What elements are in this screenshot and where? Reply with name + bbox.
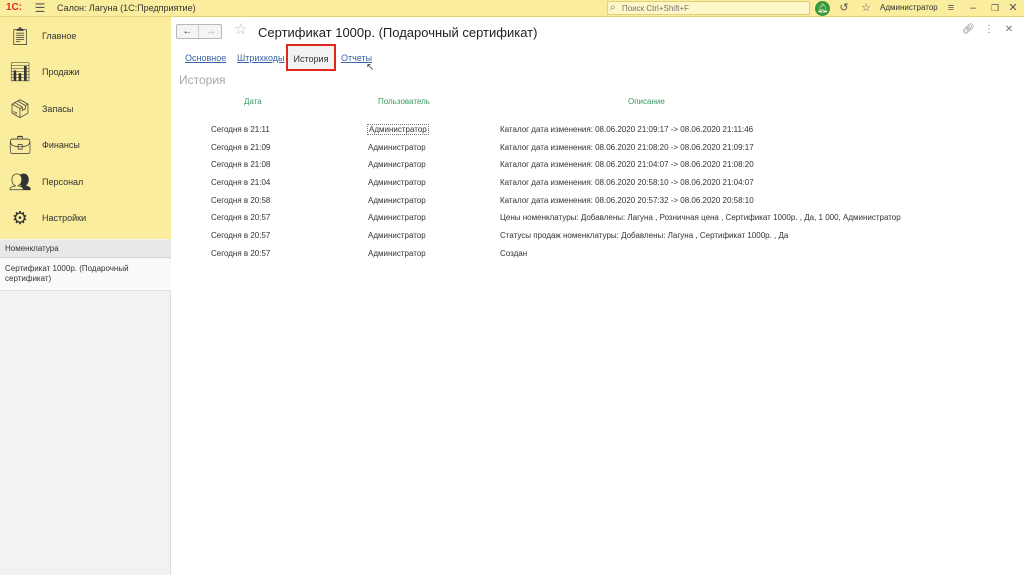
section-label: Запасы <box>42 104 74 114</box>
cell-user: Администратор <box>368 196 426 205</box>
cell-date: Сегодня в 21:11 <box>211 125 270 134</box>
nav-header: Номенклатура <box>0 240 171 258</box>
section-label: Настройки <box>42 213 87 223</box>
menu-icon[interactable]: ☰ <box>33 1 47 15</box>
favorite-star-icon[interactable]: ☆ <box>234 22 247 38</box>
section-label: Персонал <box>42 177 84 187</box>
cell-description: Статусы продаж номенклатуры: Добавлены: … <box>500 231 789 240</box>
table-row[interactable]: Сегодня в 21:04 Администратор Каталог да… <box>172 174 1024 192</box>
tab-main[interactable]: Основное <box>185 53 226 63</box>
section-sales[interactable]: 📊︎ Продажи <box>0 54 171 90</box>
top-bar: 1С: ☰ Салон: Лагуна (1С:Предприятие) ⌕ 🔔… <box>0 0 1024 17</box>
section-label: Финансы <box>42 140 80 150</box>
table-row[interactable]: Сегодня в 20:57 Администратор Статусы пр… <box>172 227 1024 245</box>
cell-user: Администратор <box>368 178 426 187</box>
tab-barcodes[interactable]: Штрихкоды <box>237 53 284 63</box>
cell-description: Создан <box>500 249 528 258</box>
table-row[interactable]: Сегодня в 21:08 Администратор Каталог да… <box>172 156 1024 174</box>
gear-icon: ⚙︎ <box>11 208 29 228</box>
search-box[interactable]: ⌕ <box>607 1 810 15</box>
people-icon: 👥︎ <box>8 172 32 192</box>
table-row[interactable]: Сегодня в 21:11 Администратор Каталог да… <box>172 121 1024 139</box>
history-icon[interactable]: ↺ <box>837 1 851 15</box>
cell-user: Администратор <box>368 249 426 258</box>
forward-arrow-icon[interactable]: → <box>200 25 222 38</box>
chart-icon: 📊︎ <box>8 62 32 82</box>
cell-user: Администратор <box>368 143 426 152</box>
search-icon: ⌕ <box>610 2 616 13</box>
section-inventory[interactable]: 📦︎ Запасы <box>0 91 171 127</box>
section-main[interactable]: 📋︎ Главное <box>0 18 171 54</box>
open-window-item[interactable]: Сертификат 1000р. (Подарочный сертификат… <box>0 259 171 291</box>
section-finance[interactable]: 💼︎ Финансы <box>0 127 171 163</box>
open-window-label: Сертификат 1000р. (Подарочный сертификат… <box>5 264 129 283</box>
history-nav-buttons: ← → <box>176 24 222 39</box>
cell-user: Администратор <box>367 124 429 135</box>
table-row[interactable]: Сегодня в 20:57 Администратор Создан <box>172 245 1024 263</box>
cell-date: Сегодня в 21:09 <box>211 143 271 152</box>
cell-date: Сегодня в 20:57 <box>211 249 271 258</box>
column-header-description[interactable]: Описание <box>628 97 665 106</box>
cell-description: Каталог дата изменения: 08.06.2020 21:08… <box>500 143 754 152</box>
search-input[interactable] <box>622 3 807 14</box>
notifications-icon[interactable]: 🔔︎ <box>815 1 830 16</box>
sections-panel: 📋︎ Главное 📊︎ Продажи 📦︎ Запасы 💼︎ Финан… <box>0 17 171 239</box>
cell-description: Цены номенклатуры: Добавлены: Лагуна , Р… <box>500 213 901 222</box>
cell-description: Каталог дата изменения: 08.06.2020 21:09… <box>500 125 754 134</box>
cell-description: Каталог дата изменения: 08.06.2020 20:58… <box>500 178 754 187</box>
cell-user: Администратор <box>368 160 426 169</box>
nav-header-label: Номенклатура <box>5 244 59 253</box>
section-settings[interactable]: ⚙︎ Настройки <box>0 200 171 236</box>
tab-history[interactable]: История <box>286 44 336 71</box>
form-area: ← → ☆ Сертификат 1000р. (Подарочный серт… <box>172 17 1024 575</box>
cell-date: Сегодня в 20:57 <box>211 213 271 222</box>
section-title: История <box>179 73 226 87</box>
user-name[interactable]: Администратор <box>880 3 938 12</box>
restore-icon[interactable]: ❐ <box>988 1 1002 15</box>
column-header-user[interactable]: Пользователь <box>378 97 430 106</box>
cell-description: Каталог дата изменения: 08.06.2020 21:04… <box>500 160 754 169</box>
favorites-icon[interactable]: ☆ <box>859 1 873 15</box>
cell-user: Администратор <box>368 231 426 240</box>
cell-date: Сегодня в 20:57 <box>211 231 271 240</box>
cell-user: Администратор <box>368 213 426 222</box>
table-row[interactable]: Сегодня в 20:57 Администратор Цены номен… <box>172 209 1024 227</box>
link-icon[interactable]: 🔗︎ <box>962 24 975 35</box>
section-personnel[interactable]: 👥︎ Персонал <box>0 164 171 200</box>
app-logo[interactable]: 1С: <box>6 2 22 13</box>
tab-history-label: История <box>293 54 329 64</box>
wallet-icon: 💼︎ <box>8 135 32 155</box>
close-icon[interactable]: ✕ <box>1006 1 1020 15</box>
close-form-icon[interactable]: ✕ <box>1003 24 1015 35</box>
back-arrow-icon[interactable]: ← <box>177 25 199 38</box>
cell-date: Сегодня в 20:58 <box>211 196 271 205</box>
more-icon[interactable]: ⋮ <box>983 24 995 35</box>
section-label: Главное <box>42 31 77 41</box>
app-title: Салон: Лагуна (1С:Предприятие) <box>57 3 196 13</box>
table-row[interactable]: Сегодня в 21:09 Администратор Каталог да… <box>172 139 1024 157</box>
cell-date: Сегодня в 21:08 <box>211 160 271 169</box>
sidebar: 📋︎ Главное 📊︎ Продажи 📦︎ Запасы 💼︎ Финан… <box>0 17 171 575</box>
cell-date: Сегодня в 21:04 <box>211 178 271 187</box>
cell-description: Каталог дата изменения: 08.06.2020 20:57… <box>500 196 754 205</box>
table-row[interactable]: Сегодня в 20:58 Администратор Каталог да… <box>172 192 1024 210</box>
clipboard-icon: 📋︎ <box>8 26 32 46</box>
inventory-icon: 📦︎ <box>8 99 32 119</box>
section-label: Продажи <box>42 67 80 77</box>
column-header-date[interactable]: Дата <box>244 97 262 106</box>
page-title: Сертификат 1000р. (Подарочный сертификат… <box>258 25 538 40</box>
minimize-icon[interactable]: – <box>966 1 980 15</box>
settings-icon[interactable]: ≡ <box>944 1 958 15</box>
mouse-cursor-icon: ↖ <box>366 62 375 73</box>
